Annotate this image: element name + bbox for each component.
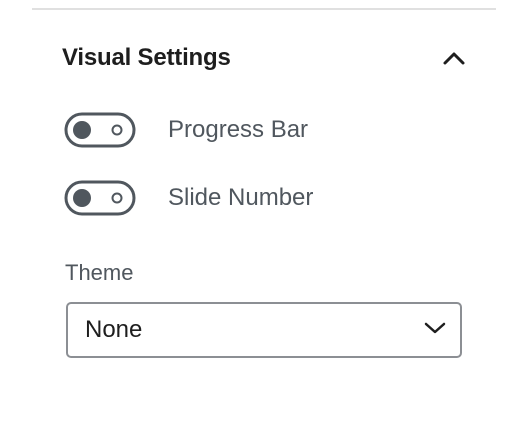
chevron-down-icon	[424, 321, 446, 340]
theme-label: Theme	[65, 260, 134, 285]
slide-number-label: Slide Number	[168, 184, 314, 211]
panel-top-divider	[32, 8, 496, 10]
panel-title: Visual Settings	[62, 44, 231, 71]
chevron-up-icon[interactable]	[440, 44, 468, 72]
slide-number-toggle[interactable]	[64, 180, 136, 216]
visual-settings-panel-toggle[interactable]: Visual Settings	[62, 36, 472, 80]
theme-select[interactable]: None	[66, 302, 462, 358]
progress-bar-label: Progress Bar	[168, 116, 309, 143]
progress-bar-toggle[interactable]	[64, 112, 136, 148]
progress-bar-setting: Progress Bar	[64, 112, 308, 148]
theme-select-value: None	[85, 316, 143, 343]
slide-number-setting: Slide Number	[64, 180, 313, 216]
